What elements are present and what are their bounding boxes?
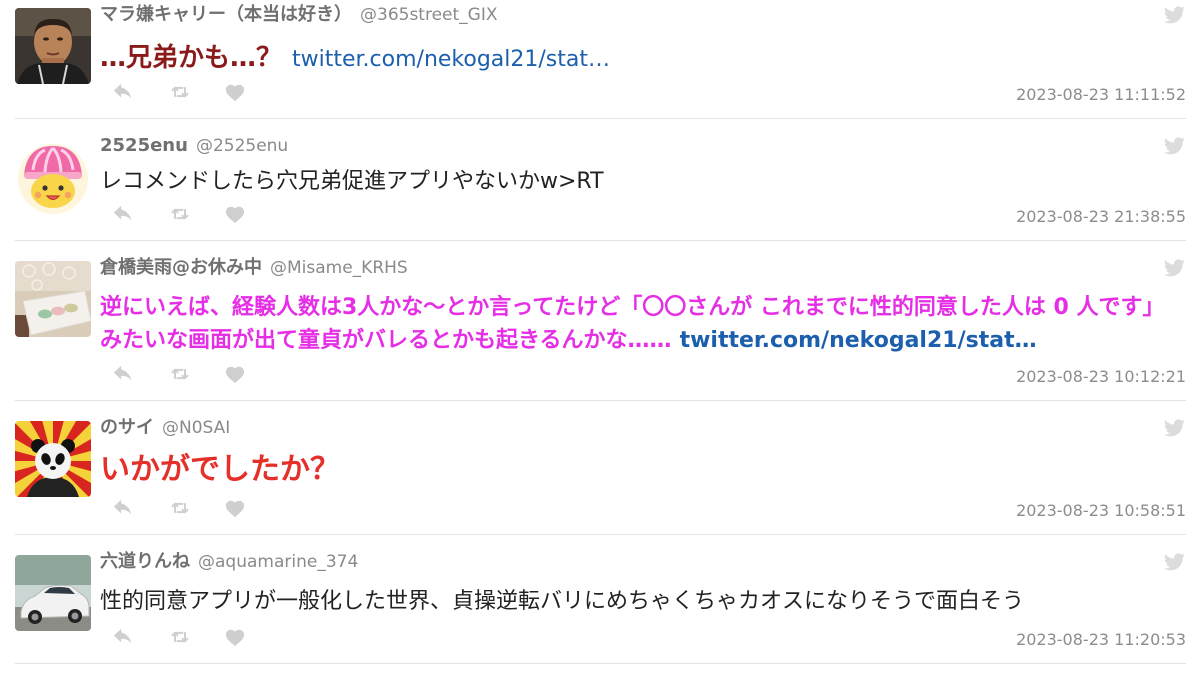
like-button[interactable] xyxy=(224,82,246,102)
tweet-card: 六道りんね @aquamarine_374 性的同意アプリが一般化した世界、貞操逆… xyxy=(15,535,1186,664)
tweet-card: 倉橋美雨@お休み中 @Misame_KRHS 逆にいえば、経験人数は3人かな〜とか… xyxy=(15,241,1186,401)
tweet-actions xyxy=(112,82,252,102)
tweet-body: 性的同意アプリが一般化した世界、貞操逆転バリにめちゃくちゃカオスになりそうで面白… xyxy=(100,589,1025,614)
tweet-actions xyxy=(112,498,252,518)
user-handle[interactable]: @2525enu xyxy=(196,136,288,156)
tweet-list: マラ嫌キャリー（本当は好き） @365street_GIX …兄弟かも…？ twit… xyxy=(15,0,1186,664)
reply-icon xyxy=(113,499,132,515)
heart-icon xyxy=(225,629,245,647)
tweet-header: 2525enu @2525enu xyxy=(100,135,288,157)
retweet-button[interactable] xyxy=(170,204,190,224)
reply-icon xyxy=(113,628,132,644)
user-avatar[interactable] xyxy=(15,261,91,337)
like-button[interactable] xyxy=(224,364,246,384)
reply-button[interactable] xyxy=(112,498,134,518)
twitter-bird-icon xyxy=(1163,137,1186,155)
reply-button[interactable] xyxy=(112,82,134,102)
twitter-bird-icon xyxy=(1163,6,1186,24)
user-name[interactable]: 六道りんね xyxy=(100,551,190,572)
retweet-button[interactable] xyxy=(170,627,190,647)
tweet-header: 倉橋美雨@お休み中 @Misame_KRHS xyxy=(100,257,408,279)
heart-icon xyxy=(225,206,245,224)
twitter-bird-icon xyxy=(1163,419,1186,437)
user-avatar[interactable] xyxy=(15,421,91,497)
twitter-bird-icon xyxy=(1163,259,1186,277)
heart-icon xyxy=(225,500,245,518)
like-button[interactable] xyxy=(224,498,246,518)
twitter-bird-icon xyxy=(1163,553,1186,571)
tweet-source-link[interactable] xyxy=(1163,552,1186,572)
retweet-icon xyxy=(171,86,189,98)
retweet-icon xyxy=(171,208,189,220)
avatar-image xyxy=(15,421,91,497)
tweet-text: …兄弟かも…？ twitter.com/nekogal21/stat… xyxy=(100,41,1186,77)
heart-icon xyxy=(225,84,245,102)
avatar-image xyxy=(15,139,91,215)
avatar-image xyxy=(15,555,91,631)
tweet-body: レコメンドしたら穴兄弟促進アプリやないかw>RT xyxy=(100,169,604,194)
tweet-timestamp[interactable]: 2023-08-23 21:38:55 xyxy=(1016,207,1186,227)
tweet-timestamp[interactable]: 2023-08-23 11:11:52 xyxy=(1016,85,1186,105)
avatar-image xyxy=(15,8,91,84)
tweet-header: 六道りんね @aquamarine_374 xyxy=(100,551,358,573)
tweet-header: マラ嫌キャリー（本当は好き） @365street_GIX xyxy=(100,4,498,26)
user-name[interactable]: 倉橋美雨@お休み中 xyxy=(100,257,262,278)
tweet-timestamp[interactable]: 2023-08-23 10:12:21 xyxy=(1016,367,1186,387)
tweet-body: いかがでしたか？ xyxy=(100,452,340,487)
retweet-icon xyxy=(171,502,189,514)
user-handle[interactable]: @Misame_KRHS xyxy=(270,258,408,278)
retweet-button[interactable] xyxy=(170,364,190,384)
retweet-button[interactable] xyxy=(170,498,190,518)
tweet-link[interactable]: twitter.com/nekogal21/stat… xyxy=(680,328,1037,353)
tweet-source-link[interactable] xyxy=(1163,5,1186,25)
tweet-actions xyxy=(112,364,252,384)
tweet-card: マラ嫌キャリー（本当は好き） @365street_GIX …兄弟かも…？ twit… xyxy=(15,0,1186,119)
tweet-source-link[interactable] xyxy=(1163,418,1186,438)
tweet-text: いかがでしたか？ xyxy=(100,450,1186,493)
tweet-header: のサイ @N0SAI xyxy=(100,417,230,439)
user-handle[interactable]: @aquamarine_374 xyxy=(198,552,358,572)
user-avatar[interactable] xyxy=(15,139,91,215)
reply-icon xyxy=(113,205,132,221)
tweet-text: 性的同意アプリが一般化した世界、貞操逆転バリにめちゃくちゃカオスになりそうで面白… xyxy=(100,587,1186,617)
tweet-card: のサイ @N0SAI いかがでしたか？ 2023-08-23 10:58:51 xyxy=(15,401,1186,535)
tweet-card: 2525enu @2525enu レコメンドしたら穴兄弟促進アプリやないかw>RT… xyxy=(15,119,1186,241)
retweet-button[interactable] xyxy=(170,82,190,102)
like-button[interactable] xyxy=(224,627,246,647)
reply-icon xyxy=(113,83,132,99)
retweet-icon xyxy=(171,631,189,643)
tweet-text: 逆にいえば、経験人数は3人かな〜とか言ってたけど「〇〇さんが これまでに性的同意… xyxy=(100,291,1186,357)
tweet-actions xyxy=(112,627,252,647)
avatar-image xyxy=(15,261,91,337)
user-name[interactable]: 2525enu xyxy=(100,135,188,156)
reply-button[interactable] xyxy=(112,627,134,647)
reply-button[interactable] xyxy=(112,204,134,224)
user-handle[interactable]: @N0SAI xyxy=(162,418,230,438)
tweet-timestamp[interactable]: 2023-08-23 11:20:53 xyxy=(1016,630,1186,650)
heart-icon xyxy=(225,366,245,384)
user-name[interactable]: マラ嫌キャリー（本当は好き） xyxy=(100,4,352,25)
retweet-icon xyxy=(171,368,189,380)
user-avatar[interactable] xyxy=(15,555,91,631)
tweet-timestamp[interactable]: 2023-08-23 10:58:51 xyxy=(1016,501,1186,521)
tweet-link[interactable]: twitter.com/nekogal21/stat… xyxy=(292,47,610,72)
reply-icon xyxy=(113,365,132,381)
user-handle[interactable]: @365street_GIX xyxy=(360,5,498,25)
user-name[interactable]: のサイ xyxy=(100,417,154,438)
like-button[interactable] xyxy=(224,204,246,224)
tweet-source-link[interactable] xyxy=(1163,258,1186,278)
reply-button[interactable] xyxy=(112,364,134,384)
tweet-text: レコメンドしたら穴兄弟促進アプリやないかw>RT xyxy=(100,167,1186,197)
tweet-body: …兄弟かも…？ xyxy=(100,43,283,73)
tweet-source-link[interactable] xyxy=(1163,136,1186,156)
user-avatar[interactable] xyxy=(15,8,91,84)
tweet-actions xyxy=(112,204,252,224)
